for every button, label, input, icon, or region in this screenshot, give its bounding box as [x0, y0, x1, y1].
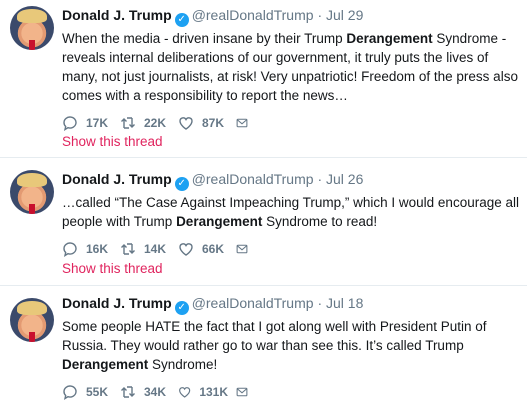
tweet-text: …called “The Case Against Impeaching Tru…	[62, 195, 519, 229]
highlight-term: Derangement	[176, 214, 263, 229]
envelope-icon	[236, 387, 248, 397]
tweet-date[interactable]: Jul 29	[326, 7, 363, 23]
message-button[interactable]	[236, 115, 256, 131]
reply-button[interactable]: 17K	[62, 115, 112, 131]
reply-button[interactable]: 55K	[62, 384, 112, 400]
author-handle[interactable]: @realDonaldTrump	[192, 295, 314, 311]
tweet-header: Donald J. Trump ✓ @realDonaldTrump · Jul 2…	[62, 6, 521, 27]
show-thread-link[interactable]: Show this thread	[62, 134, 163, 149]
author-name[interactable]: Donald J. Trump	[62, 295, 172, 311]
retweet-count: 34K	[144, 385, 167, 399]
heart-icon	[179, 387, 191, 398]
reply-count: 55K	[86, 385, 109, 399]
retweet-icon	[121, 243, 135, 255]
reply-icon	[63, 116, 77, 131]
verified-badge-icon: ✓	[174, 177, 189, 191]
tweet-header: Donald J. Trump ✓ @realDonaldTrump · Jul 1…	[62, 294, 521, 315]
verified-badge-icon: ✓	[174, 301, 189, 315]
avatar[interactable]	[10, 170, 54, 214]
like-button[interactable]: 87K	[178, 115, 228, 131]
heart-icon	[179, 243, 193, 256]
reply-count: 16K	[86, 242, 109, 256]
reply-icon	[63, 385, 77, 400]
message-button[interactable]	[236, 241, 256, 257]
like-count: 66K	[202, 242, 225, 256]
retweet-count: 14K	[144, 242, 167, 256]
retweet-count: 22K	[144, 116, 167, 130]
reply-count: 17K	[86, 116, 109, 130]
avatar[interactable]	[10, 298, 54, 342]
message-button[interactable]	[236, 384, 256, 400]
tweet-date[interactable]: Jul 26	[326, 171, 363, 187]
retweet-button[interactable]: 22K	[120, 115, 170, 131]
author-handle[interactable]: @realDonaldTrump	[192, 171, 314, 187]
like-button[interactable]: 131K	[178, 384, 228, 400]
reply-button[interactable]: 16K	[62, 241, 112, 257]
retweet-icon	[121, 386, 135, 398]
like-count: 87K	[202, 116, 225, 130]
author-name[interactable]: Donald J. Trump	[62, 171, 172, 187]
tweet-header: Donald J. Trump ✓ @realDonaldTrump · Jul 2…	[62, 170, 521, 191]
tweet-date[interactable]: Jul 18	[326, 295, 363, 311]
tweet-actions: 55K 34K 131K	[62, 382, 521, 402]
retweet-button[interactable]: 34K	[120, 384, 170, 400]
avatar[interactable]	[10, 6, 54, 50]
envelope-icon	[236, 244, 248, 254]
retweet-button[interactable]: 14K	[120, 241, 170, 257]
envelope-icon	[236, 118, 248, 128]
separator-dot: ·	[317, 171, 323, 187]
retweet-icon	[121, 117, 135, 129]
separator-dot: ·	[317, 7, 323, 23]
tweet-actions: 16K 14K 66K	[62, 239, 521, 259]
tweet[interactable]: Donald J. Trump ✓ @realDonaldTrump · Jul 1…	[0, 286, 527, 400]
tweet-text: Some people HATE the fact that I got alo…	[62, 319, 487, 372]
show-thread-link[interactable]: Show this thread	[62, 261, 163, 276]
highlight-term: Derangement	[346, 31, 433, 46]
heart-icon	[179, 117, 193, 130]
like-button[interactable]: 66K	[178, 241, 228, 257]
author-handle[interactable]: @realDonaldTrump	[192, 7, 314, 23]
tweet-text: When the media - driven insane by their …	[62, 31, 518, 103]
separator-dot: ·	[317, 295, 323, 311]
author-name[interactable]: Donald J. Trump	[62, 7, 172, 23]
tweet[interactable]: Donald J. Trump ✓ @realDonaldTrump · Jul 2…	[0, 0, 527, 158]
reply-icon	[63, 242, 77, 257]
highlight-term: Derangement	[62, 357, 149, 372]
like-count: 131K	[199, 385, 228, 399]
tweet-actions: 17K 22K 87K	[62, 113, 521, 133]
verified-badge-icon: ✓	[174, 13, 189, 27]
tweet[interactable]: Donald J. Trump ✓ @realDonaldTrump · Jul 2…	[0, 158, 527, 286]
